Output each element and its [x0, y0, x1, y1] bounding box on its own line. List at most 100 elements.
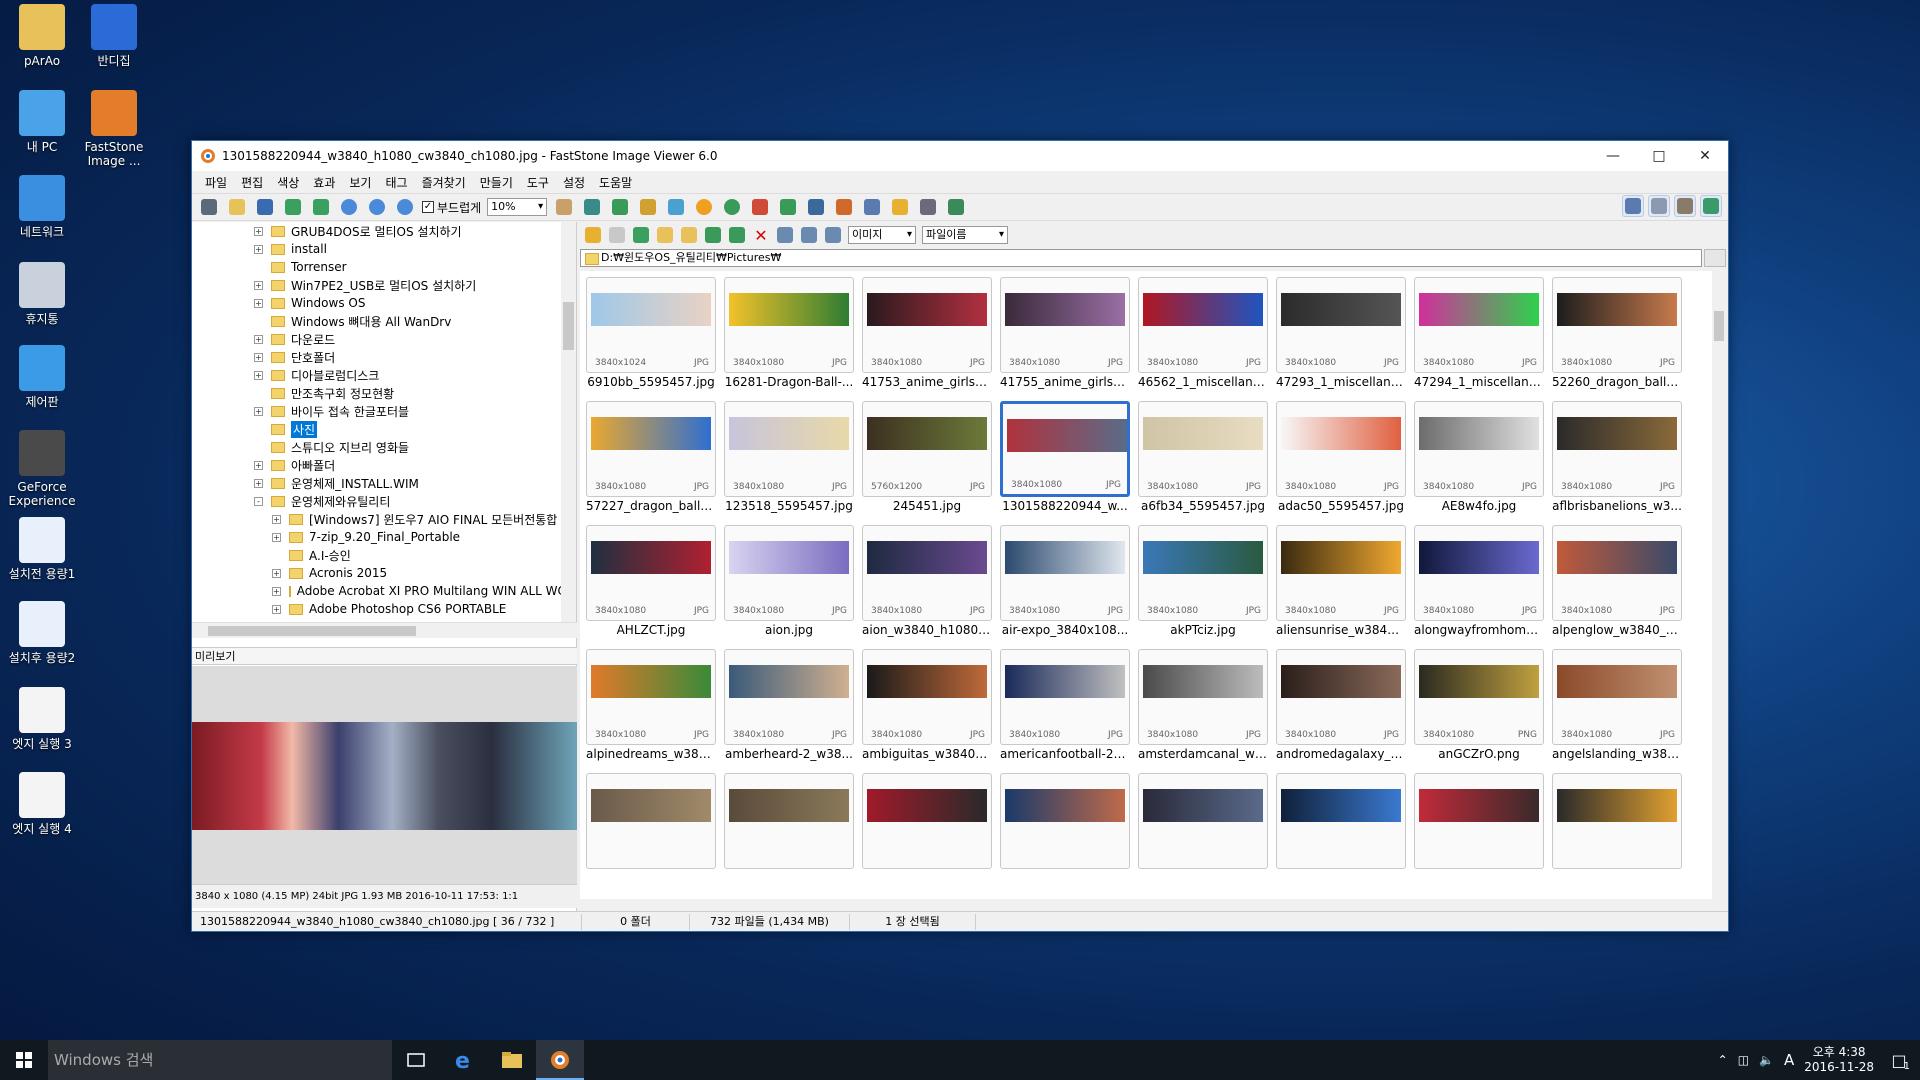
thumbnail-card[interactable]: 3840x1080 JPG [1276, 649, 1406, 745]
thumbnail-item[interactable]: 3840x1080 JPG aion.jpg [724, 525, 854, 639]
camera-icon[interactable] [198, 196, 220, 218]
expand-toggle-icon[interactable]: + [254, 352, 263, 362]
email-icon[interactable] [889, 196, 911, 218]
thumbnail-item[interactable] [1414, 773, 1544, 887]
expand-toggle-icon[interactable]: + [254, 406, 263, 416]
user-icon[interactable] [721, 196, 743, 218]
thumbnail-card[interactable] [1000, 773, 1130, 869]
expand-toggle-icon[interactable]: + [272, 604, 281, 614]
path-input[interactable]: D:₩윈도우OS_유틸리티₩Pictures₩ [580, 249, 1702, 267]
menu-item[interactable]: 만들기 [473, 172, 520, 193]
compare-icon[interactable] [805, 196, 827, 218]
thumbnail-card[interactable]: 3840x1080 JPG [724, 649, 854, 745]
forward-arrow-icon[interactable] [608, 226, 626, 244]
tree-item[interactable]: 사진 [192, 420, 562, 438]
desktop-icon[interactable]: 휴지통 [0, 262, 84, 326]
menu-item[interactable]: 파일 [198, 172, 234, 193]
tree-item[interactable]: A.I-승인 [192, 546, 562, 564]
thumbnail-card[interactable]: 3840x1080 PNG [1414, 649, 1544, 745]
title-bar[interactable]: 1301588220944_w3840_h1080_cw3840_ch1080.… [192, 141, 1728, 171]
hand-tool-icon[interactable] [553, 196, 575, 218]
tree-item[interactable]: - 운영체제와유틸리티 [192, 492, 562, 510]
thumbnail-card[interactable]: 3840x1080 JPG [724, 401, 854, 497]
zoom-out-icon[interactable] [366, 196, 388, 218]
tree-item[interactable]: 스튜디오 지브리 영화들 [192, 438, 562, 456]
tree-item[interactable]: + [Windows7] 윈도우7 AIO FINAL 모든버전통합 [192, 510, 562, 528]
thumbnail-item[interactable]: 3840x1080 JPG alongwayfromhome... [1414, 525, 1544, 639]
tree-item[interactable]: + 단호폴더 [192, 348, 562, 366]
expand-toggle-icon[interactable]: + [254, 370, 263, 380]
tree-item[interactable]: + 다운로드 [192, 330, 562, 348]
taskbar-search[interactable]: Windows 검색 [48, 1040, 392, 1080]
tree-item[interactable]: 만조촉구회 정모현황 [192, 384, 562, 402]
thumbnail-card[interactable] [1276, 773, 1406, 869]
delete-icon[interactable]: ✕ [752, 226, 770, 245]
expand-toggle-icon[interactable]: + [254, 334, 263, 344]
thumbnail-card[interactable]: 3840x1080 JPG [586, 525, 716, 621]
tree-item[interactable]: + Windows OS [192, 294, 562, 312]
filter-select[interactable]: 이미지 [848, 226, 916, 244]
tree-item[interactable]: + Acronis 2015 [192, 564, 562, 582]
menu-item[interactable]: 보기 [342, 172, 378, 193]
thumbnail-card[interactable] [1414, 773, 1544, 869]
actual-size-icon[interactable] [394, 196, 416, 218]
thumbnail-item[interactable]: 3840x1080 JPG air-expo_3840x108... [1000, 525, 1130, 639]
thumbnail-item[interactable]: 3840x1080 JPG adac50_5595457.jpg [1276, 401, 1406, 515]
refresh-icon[interactable] [704, 226, 722, 244]
desktop-icon[interactable]: 제어판 [0, 345, 84, 409]
desktop-icon[interactable]: 반디집 [72, 4, 156, 68]
thumbnail-card[interactable]: 3840x1080 JPG [1276, 401, 1406, 497]
tree-scrollbar[interactable] [561, 222, 576, 622]
settings-icon[interactable] [945, 196, 967, 218]
crop-icon[interactable] [581, 196, 603, 218]
tree-item[interactable]: + 운영체제_INSTALL.WIM [192, 474, 562, 492]
thumbnail-card[interactable]: 3840x1080 JPG [1000, 401, 1130, 497]
prev-icon[interactable] [282, 196, 304, 218]
thumbnail-card[interactable] [1552, 773, 1682, 869]
start-button[interactable] [0, 1040, 48, 1080]
expand-toggle-icon[interactable]: + [254, 460, 263, 470]
thumbnail-card[interactable]: 3840x1080 JPG [1414, 277, 1544, 373]
thumbnail-item[interactable]: 3840x1080 JPG aion_w3840_h1080_... [862, 525, 992, 639]
menu-item[interactable]: 편집 [234, 172, 270, 193]
menu-item[interactable]: 설정 [556, 172, 592, 193]
chevron-up-icon[interactable]: ⌃ [1718, 1053, 1728, 1067]
grid-view-icon[interactable] [776, 226, 794, 244]
thumbnail-card[interactable]: 3840x1080 JPG [586, 649, 716, 745]
move-icon[interactable] [728, 226, 746, 244]
faststone-taskbar-icon[interactable] [536, 1040, 584, 1080]
thumbnail-item[interactable]: 3840x1080 JPG 47293_1_miscellane... [1276, 277, 1406, 391]
open-folder-icon[interactable] [226, 196, 248, 218]
thumbnail-item[interactable]: 3840x1080 JPG ambiguitas_w3840_... [862, 649, 992, 763]
edge-icon[interactable]: e [440, 1040, 488, 1080]
expand-toggle-icon[interactable]: - [254, 496, 263, 506]
thumbnail-card[interactable]: 3840x1080 JPG [1138, 401, 1268, 497]
next-icon[interactable] [310, 196, 332, 218]
thumbnail-view-icon[interactable] [1622, 195, 1644, 217]
desktop-icon[interactable]: FastStone Image ... [72, 90, 156, 168]
thumbnail-item[interactable]: 3840x1080 JPG amberheard-2_w38... [724, 649, 854, 763]
desktop-icon[interactable]: 설치후 용량2 [0, 601, 84, 665]
tree-item[interactable]: + 아빠폴더 [192, 456, 562, 474]
thumbnail-item[interactable] [1552, 773, 1682, 887]
tree-item[interactable]: +7-zip_9.20_Final_Portable [192, 528, 562, 546]
desktop-icon[interactable]: 엣지 실행 3 [0, 687, 84, 751]
thumbnail-item[interactable]: 3840x1080 JPG 57227_dragon_ball_... [586, 401, 716, 515]
tree-hscroll-thumb[interactable] [208, 626, 416, 636]
thumbnail-item[interactable] [1276, 773, 1406, 887]
thumbnail-item[interactable]: 3840x1080 PNG anGCZrO.png [1414, 649, 1544, 763]
menu-item[interactable]: 도움말 [592, 172, 639, 193]
thumbnail-item[interactable]: 3840x1080 JPG 16281-Dragon-Ball-... [724, 277, 854, 391]
canvas-icon[interactable] [637, 196, 659, 218]
thumbnail-item[interactable]: 3840x1080 JPG 52260_dragon_ball_... [1552, 277, 1682, 391]
folder-icon[interactable] [656, 226, 674, 244]
thumbnail-card[interactable]: 3840x1080 JPG [586, 401, 716, 497]
thumbnail-card[interactable]: 3840x1080 JPG [1552, 277, 1682, 373]
tree-item[interactable]: + GRUB4DOS로 멀티OS 설치하기 [192, 222, 562, 240]
thumbnail-item[interactable]: 3840x1080 JPG 1301588220944_w... [1000, 401, 1130, 515]
draw-icon[interactable] [861, 196, 883, 218]
thumbnail-card[interactable]: 3840x1080 JPG [1000, 277, 1130, 373]
network-tray-icon[interactable]: ◫ [1738, 1053, 1749, 1067]
tree-item[interactable]: Windows 뼈대용 All WanDrv [192, 312, 562, 330]
ime-indicator[interactable]: A [1784, 1051, 1794, 1069]
